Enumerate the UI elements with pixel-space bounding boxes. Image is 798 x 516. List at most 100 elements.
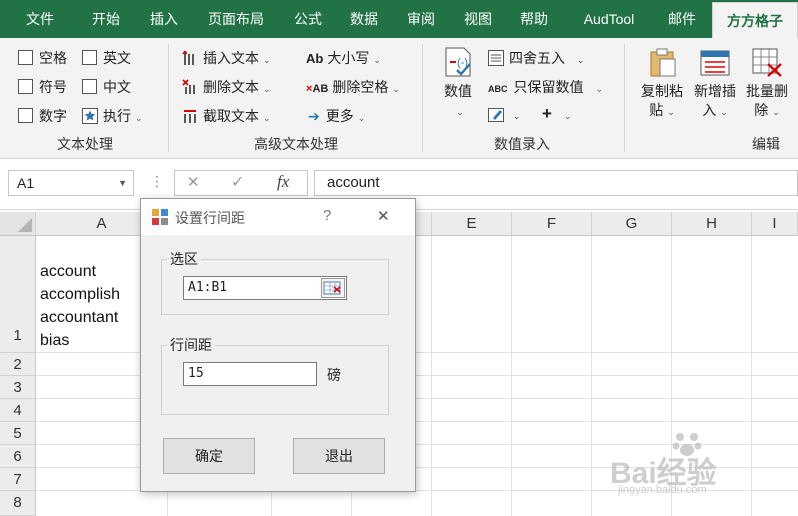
- edit-value-button[interactable]: ⌄: [488, 106, 521, 122]
- plus-button[interactable]: + ⌄: [542, 104, 571, 124]
- column-header-h[interactable]: H: [672, 212, 752, 236]
- clipboard-icon: [650, 48, 676, 77]
- tab-audtool[interactable]: AudTool: [568, 0, 650, 38]
- execute-button[interactable]: 执行 ⌄: [82, 106, 143, 126]
- delete-space-icon: ×AB: [306, 83, 329, 95]
- add-insert-button[interactable]: 新增插入 ⌄: [690, 46, 740, 122]
- tab-insert[interactable]: 插入: [136, 0, 192, 38]
- name-box-value: A1: [17, 175, 35, 191]
- chevron-down-icon: ⌄: [456, 107, 464, 117]
- checkbox-number[interactable]: 数字: [18, 106, 67, 126]
- insert-rows-icon: [700, 50, 730, 76]
- tab-formulas[interactable]: 公式: [280, 0, 336, 38]
- tab-fangfang[interactable]: 方方格子: [712, 2, 798, 38]
- row-header-3[interactable]: 3: [0, 376, 36, 399]
- help-icon[interactable]: ?: [323, 207, 331, 224]
- tab-page-layout[interactable]: 页面布局: [196, 0, 276, 38]
- chevron-down-icon[interactable]: ▼: [118, 171, 127, 195]
- plus-label: +: [542, 104, 552, 123]
- baidu-jingyan-watermark: Bai经验 jingyan.baidu.com: [610, 433, 790, 510]
- batch-delete-button[interactable]: 批量删除 ⌄: [742, 46, 792, 122]
- row-header-1[interactable]: 1: [0, 236, 36, 353]
- ok-button[interactable]: 确定: [163, 438, 255, 474]
- tab-mail[interactable]: 邮件: [656, 0, 708, 38]
- column-header-f[interactable]: F: [512, 212, 592, 236]
- chevron-down-icon: ⌄: [563, 111, 572, 121]
- add-insert-label-1: 新增插: [694, 83, 736, 99]
- extract-text-label: 截取文本: [203, 108, 259, 124]
- checkbox-box[interactable]: [18, 79, 33, 94]
- chevron-down-icon: ⌄: [720, 107, 728, 117]
- chevron-down-icon: ⌄: [135, 113, 143, 123]
- chevron-down-icon: ⌄: [513, 111, 521, 121]
- dialog-title-bar[interactable]: 设置行间距 ? ✕: [141, 199, 415, 235]
- checkbox-space[interactable]: 空格: [18, 48, 67, 68]
- tab-review[interactable]: 审阅: [393, 0, 449, 38]
- spacing-value-input[interactable]: 15: [183, 362, 317, 386]
- checkbox-label: 符号: [39, 79, 67, 95]
- batch-delete-label-1: 批量删: [746, 83, 788, 99]
- select-all-corner[interactable]: [0, 212, 36, 236]
- more-label: 更多: [325, 108, 354, 124]
- range-picker-button[interactable]: [321, 278, 345, 298]
- tab-file[interactable]: 文件: [12, 0, 68, 38]
- delete-space-button[interactable]: ×AB 删除空格 ⌄: [306, 77, 400, 97]
- checkbox-symbol[interactable]: 符号: [18, 77, 67, 97]
- tab-home[interactable]: 开始: [78, 0, 134, 38]
- checkbox-box[interactable]: [82, 79, 97, 94]
- formula-input[interactable]: account: [314, 170, 798, 196]
- more-button[interactable]: ➔ 更多 ⌄: [308, 106, 365, 126]
- column-header-e[interactable]: E: [432, 212, 512, 236]
- checkbox-label: 数字: [39, 108, 67, 124]
- row-header-2[interactable]: 2: [0, 353, 36, 376]
- chevron-down-icon: ⌄: [667, 107, 675, 117]
- spacing-label: 行间距: [167, 335, 215, 355]
- checkbox-label: 英文: [103, 50, 131, 66]
- select-all-triangle-icon: [18, 218, 32, 232]
- row-header-6[interactable]: 6: [0, 445, 36, 468]
- value-button[interactable]: (-) 数值 ⌄: [436, 46, 480, 122]
- insert-text-button[interactable]: 插入文本 ⌄: [182, 48, 271, 68]
- close-icon[interactable]: ✕: [377, 207, 390, 225]
- delete-text-button[interactable]: 删除文本 ⌄: [182, 77, 271, 97]
- drag-handle-icon[interactable]: ⋮: [150, 173, 164, 190]
- cell-a1-line: accomplish: [40, 286, 121, 303]
- checkbox-box[interactable]: [82, 50, 97, 65]
- chevron-down-icon: ⌄: [577, 55, 585, 65]
- abc-icon: ABC: [488, 84, 508, 94]
- chevron-down-icon: ⌄: [772, 107, 780, 117]
- case-button[interactable]: Ab 大小写 ⌄: [306, 48, 381, 68]
- copy-paste-button[interactable]: 复制粘贴 ⌄: [636, 46, 688, 122]
- checkbox-box[interactable]: [18, 108, 33, 123]
- checkbox-label: 空格: [39, 50, 67, 66]
- row-header-7[interactable]: 7: [0, 468, 36, 491]
- exit-button[interactable]: 退出: [293, 438, 385, 474]
- checkbox-box[interactable]: [18, 50, 33, 65]
- batch-delete-label-2: 除: [754, 102, 769, 118]
- insert-text-icon: [182, 50, 194, 65]
- group-divider: [168, 44, 169, 152]
- row-header-5[interactable]: 5: [0, 422, 36, 445]
- extract-text-button[interactable]: 截取文本 ⌄: [182, 106, 271, 126]
- column-header-i[interactable]: I: [752, 212, 798, 236]
- ab-case-icon: Ab: [306, 51, 324, 66]
- keep-value-button[interactable]: ABC 只保留数值 ⌄: [488, 77, 603, 97]
- checkbox-english[interactable]: 英文: [82, 48, 131, 68]
- cancel-icon[interactable]: ✕: [187, 173, 200, 191]
- checkbox-chinese[interactable]: 中文: [82, 77, 131, 97]
- add-insert-label-2: 入: [702, 102, 717, 118]
- line-spacing-dialog: 设置行间距 ? ✕ 选区 A1:B1 行间距 15 磅 确定 退出: [140, 198, 416, 492]
- round-button[interactable]: 四舍五入 ⌄: [488, 48, 585, 68]
- delete-text-label: 删除文本: [203, 79, 259, 95]
- row-header-8[interactable]: 8: [0, 491, 36, 516]
- insert-function-icon[interactable]: fx: [277, 172, 289, 192]
- column-header-g[interactable]: G: [592, 212, 672, 236]
- name-box[interactable]: A1 ▼: [8, 170, 134, 196]
- tab-data[interactable]: 数据: [336, 0, 392, 38]
- copy-paste-label-2: 贴: [649, 102, 664, 118]
- row-header-4[interactable]: 4: [0, 399, 36, 422]
- insert-text-label: 插入文本: [203, 50, 259, 66]
- tab-help[interactable]: 帮助: [506, 0, 562, 38]
- tab-view[interactable]: 视图: [450, 0, 506, 38]
- confirm-icon[interactable]: ✓: [231, 172, 244, 192]
